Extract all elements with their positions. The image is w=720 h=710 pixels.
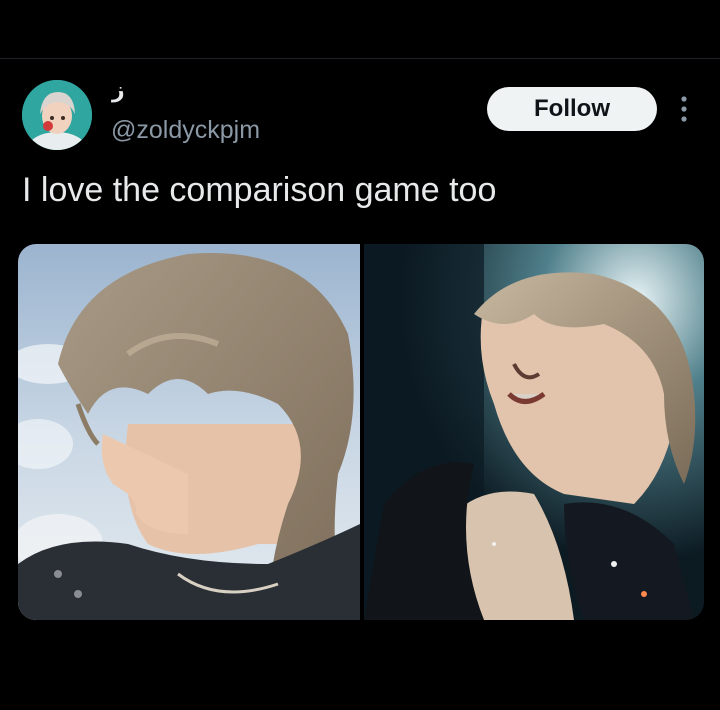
author-handle[interactable]: @zoldyckpjm xyxy=(111,115,260,145)
author-display-name[interactable]: ز xyxy=(112,78,125,104)
tweet-page: ز @zoldyckpjm Follow I love the comparis… xyxy=(0,0,720,710)
more-vertical-icon[interactable] xyxy=(676,94,692,124)
top-divider xyxy=(0,58,720,59)
photo-left[interactable] xyxy=(18,244,360,620)
avatar[interactable] xyxy=(22,80,92,150)
follow-button[interactable]: Follow xyxy=(487,87,657,131)
photo-right[interactable] xyxy=(364,244,704,620)
tweet-text: I love the comparison game too xyxy=(22,171,497,209)
media-grid xyxy=(18,244,704,620)
